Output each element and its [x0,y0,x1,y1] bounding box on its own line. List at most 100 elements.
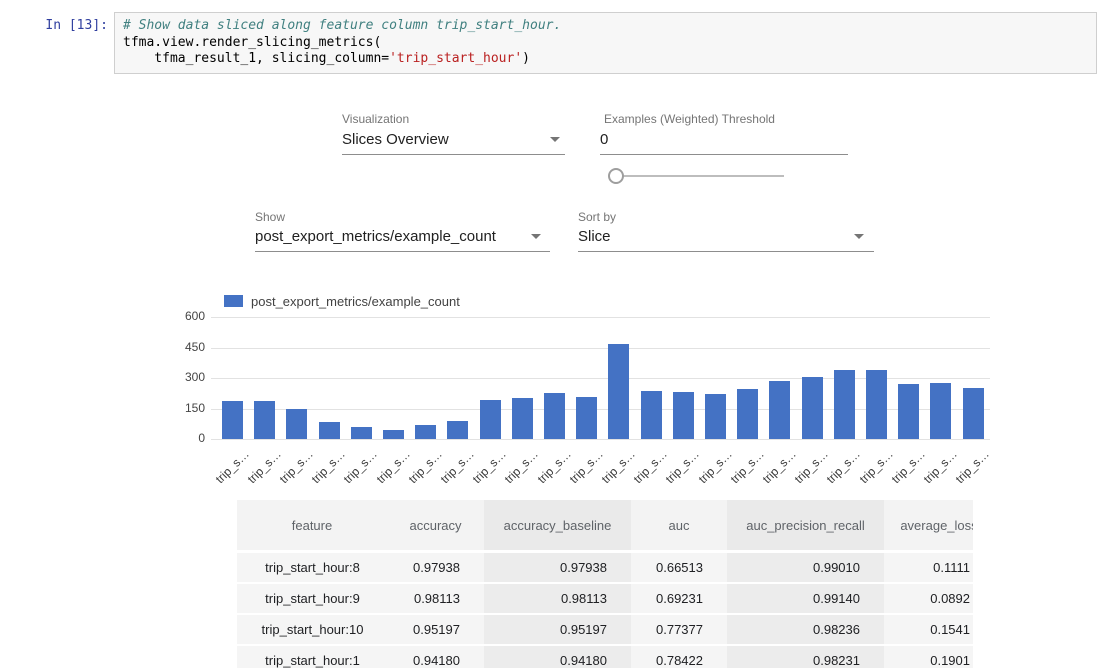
bar[interactable] [641,391,662,439]
page: In [13]: # Show data sliced along featur… [0,0,1111,668]
sortby-underline [578,251,874,252]
table-header-cell: auc_precision_recall [727,500,884,552]
threshold-underline [600,154,848,155]
bar[interactable] [286,409,307,439]
chevron-down-icon[interactable] [550,137,560,142]
y-tick-label: 0 [165,431,205,445]
bar[interactable] [319,422,340,439]
bar[interactable] [447,421,468,439]
bar[interactable] [544,393,565,439]
table-row: trip_start_hour:80.979380.979380.665130.… [237,552,973,584]
threshold-input[interactable]: 0 [600,131,608,148]
table-row: trip_start_hour:90.981130.981130.692310.… [237,583,973,614]
y-tick-label: 300 [165,370,205,384]
bar[interactable] [383,430,404,439]
table-header-cell: accuracy [387,500,484,552]
bar[interactable] [769,381,790,439]
gridline [211,348,990,349]
bar[interactable] [930,383,951,439]
chevron-down-icon[interactable] [531,234,541,239]
metric-cell: 0.98231 [727,645,884,668]
feature-cell: trip_start_hour:9 [237,583,387,614]
feature-cell: trip_start_hour:10 [237,614,387,645]
bar[interactable] [351,427,372,439]
code-token: # Show data sliced along feature column … [123,18,561,33]
y-tick-label: 150 [165,401,205,415]
threshold-label: Examples (Weighted) Threshold [604,112,775,126]
bar[interactable] [963,388,984,439]
metric-cell: 0.98113 [387,583,484,614]
metric-cell: 0.69231 [631,583,727,614]
show-label: Show [255,210,285,224]
metric-cell: 0.94180 [387,645,484,668]
bar[interactable] [576,397,597,439]
bar[interactable] [222,401,243,439]
visualization-underline [342,154,565,155]
table-header-cell: feature [237,500,387,552]
y-tick-label: 600 [165,309,205,323]
legend-swatch [224,295,243,307]
metric-cell: 0.98236 [727,614,884,645]
code-token: tfma.view.render_slicing_metrics( [123,35,381,50]
bar[interactable] [608,344,629,439]
bar[interactable] [254,401,275,439]
bar[interactable] [898,384,919,439]
metric-cell: 0.1541 [884,614,973,645]
code-editor[interactable]: # Show data sliced along feature column … [114,12,1097,74]
sortby-label: Sort by [578,210,616,224]
metric-cell: 0.99140 [727,583,884,614]
legend-label: post_export_metrics/example_count [251,294,460,309]
metric-cell: 0.1901 [884,645,973,668]
table-header-cell: average_loss [884,500,973,552]
visualization-label: Visualization [342,112,409,126]
metric-cell: 0.99010 [727,552,884,584]
gridline [211,439,990,440]
metric-cell: 0.97938 [484,552,631,584]
y-tick-label: 450 [165,340,205,354]
metric-cell: 0.78422 [631,645,727,668]
show-underline [255,251,550,252]
threshold-slider[interactable] [616,175,784,177]
code-token: 'trip_start_hour' [389,51,522,66]
metric-cell: 0.94180 [484,645,631,668]
visualization-select[interactable]: Slices Overview [342,131,449,148]
bar[interactable] [415,425,436,439]
table-row: trip_start_hour:100.951970.951970.773770… [237,614,973,645]
code-lines: # Show data sliced along feature column … [123,18,1088,68]
gridline [211,317,990,318]
chevron-down-icon[interactable] [854,234,864,239]
sortby-select[interactable]: Slice [578,228,611,245]
metric-cell: 0.0892 [884,583,973,614]
notebook-cell: In [13]: # Show data sliced along featur… [28,12,1097,74]
table-header-cell: auc [631,500,727,552]
metric-cell: 0.95197 [484,614,631,645]
bar[interactable] [673,392,694,439]
code-token: ) [522,51,530,66]
code-line: tfma_result_1, slicing_column='trip_star… [123,51,1088,68]
bar[interactable] [834,370,855,439]
table-row: trip_start_hour:10.941800.941800.784220.… [237,645,973,668]
bar[interactable] [512,398,533,439]
metric-cell: 0.77377 [631,614,727,645]
metric-cell: 0.98113 [484,583,631,614]
code-line: tfma.view.render_slicing_metrics( [123,35,1088,52]
table-header-row: featureaccuracyaccuracy_baselineaucauc_p… [237,500,973,552]
metrics-table: featureaccuracyaccuracy_baselineaucauc_p… [237,500,973,668]
slider-knob-icon[interactable] [608,168,624,184]
metric-cell: 0.97938 [387,552,484,584]
metrics-table-grid: featureaccuracyaccuracy_baselineaucauc_p… [237,500,973,668]
feature-cell: trip_start_hour:1 [237,645,387,668]
bar[interactable] [480,400,501,439]
bar[interactable] [866,370,887,439]
metric-cell: 0.95197 [387,614,484,645]
bar[interactable] [737,389,758,439]
code-token: tfma_result_1, slicing_column= [123,51,389,66]
metric-cell: 0.1111 [884,552,973,584]
show-select[interactable]: post_export_metrics/example_count [255,228,496,245]
feature-cell: trip_start_hour:8 [237,552,387,584]
input-prompt: In [13]: [28,12,114,33]
metric-cell: 0.66513 [631,552,727,584]
table-header-cell: accuracy_baseline [484,500,631,552]
bar[interactable] [705,394,726,439]
bar[interactable] [802,377,823,439]
